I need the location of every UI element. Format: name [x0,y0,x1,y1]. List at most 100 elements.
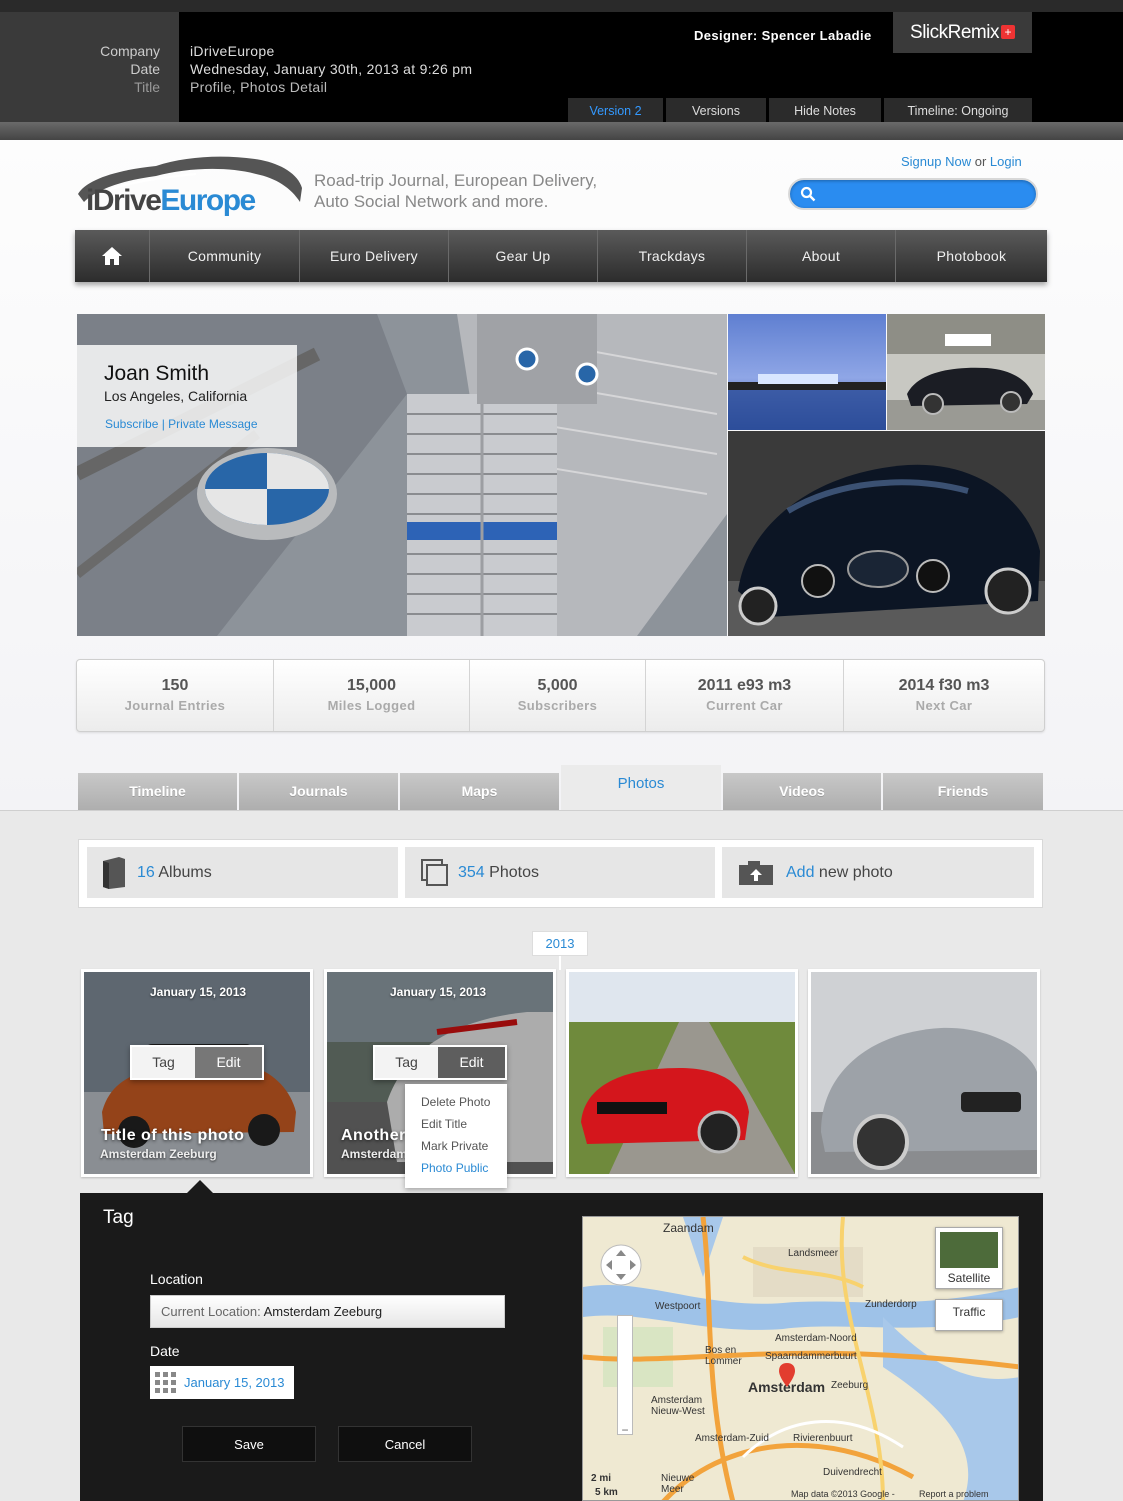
stat-value: 150 [161,677,189,694]
album-book-icon [103,857,125,889]
satellite-thumbnail [940,1232,998,1268]
calendar-icon[interactable] [155,1372,176,1393]
signup-link[interactable]: Signup Now [901,154,971,169]
logo-europe: Europe [160,184,256,217]
photo-card-4[interactable] [808,969,1040,1177]
tagline-line-1: Road-trip Journal, European Delivery, [314,171,598,190]
map-traffic-toggle[interactable]: Traffic [935,1299,1003,1331]
site-logo-text[interactable]: iDriveEurope [86,184,256,218]
map-marker-icon[interactable] [779,1363,795,1387]
nav-trackdays[interactable]: Trackdays [597,230,746,282]
map-zoom-control[interactable]: − [617,1315,633,1436]
map-scale-mi: 2 mi [591,1473,612,1484]
stat-value: 2014 f30 m3 [898,677,990,694]
location-label: Location [150,1271,203,1287]
photo-card-3[interactable] [566,969,798,1177]
stat-miles-logged: 15,000 Miles Logged [273,660,469,731]
stat-label: Miles Logged [327,698,416,713]
tab-videos[interactable]: Videos [723,773,881,810]
year-marker[interactable]: 2013 [532,931,588,956]
search-icon[interactable] [800,186,816,202]
location-value: Amsterdam Zeeburg [263,1304,383,1319]
map-label-nieuwe-meer: Nieuwe Meer [661,1473,695,1495]
add-link: Add [786,864,815,881]
map-report-link[interactable]: Report a problem [919,1489,989,1499]
location-field[interactable]: Current Location: Amsterdam Zeeburg [150,1295,505,1328]
tagline-line-2: Auto Social Network and more. [314,192,549,211]
tab-timeline[interactable]: Timeline: Ongoing [884,98,1032,122]
search-box[interactable] [788,178,1038,210]
cancel-button[interactable]: Cancel [338,1426,472,1462]
add-photo-button[interactable]: Add new photo [722,847,1034,898]
tab-journals[interactable]: Journals [239,773,398,810]
title-value: Profile, Photos Detail [190,79,328,95]
divider-strip [0,122,1123,140]
tab-versions[interactable]: Versions [666,98,766,122]
profile-name: Joan Smith [104,362,210,385]
stat-label: Current Car [706,698,783,713]
tab-hide-notes[interactable]: Hide Notes [769,98,881,122]
menu-mark-private[interactable]: Mark Private [421,1139,488,1153]
year-marker-stem [559,956,561,970]
save-button[interactable]: Save [182,1426,316,1462]
nav-home[interactable] [75,230,149,282]
photo-date: January 15, 2013 [150,985,247,999]
brand-name: SlickRemix [910,22,999,43]
nav-photobook[interactable]: Photobook [895,230,1047,282]
tab-version-2[interactable]: Version 2 [568,98,663,122]
tag-button[interactable]: Tag [132,1047,195,1078]
search-input[interactable] [820,184,1030,206]
tab-maps[interactable]: Maps [400,773,559,810]
cover-photo-bmw-welt-night[interactable] [728,314,886,430]
auth-links: Signup Now or Login [901,154,1022,169]
map-label-rivierenbuurt: Rivierenbuurt [793,1433,853,1444]
edit-button[interactable]: Edit [195,1047,262,1078]
add-label: new photo [818,864,893,881]
tab-timeline-profile[interactable]: Timeline [78,773,237,810]
stat-value: 2011 e93 m3 [697,677,792,694]
map-label-bos-en-lommer: Bos en Lommer [705,1345,742,1367]
profile-location: Los Angeles, California [104,388,248,404]
map-satellite-toggle[interactable]: Satellite [935,1227,1003,1289]
map-label-zaandam: Zaandam [663,1221,714,1235]
showroom-image [887,314,1045,430]
nav-euro-delivery[interactable]: Euro Delivery [299,230,448,282]
subscribe-message-links[interactable]: Subscribe | Private Message [105,417,258,431]
map-pan-control-icon[interactable] [598,1242,644,1288]
albums-button[interactable]: 16 Albums [87,847,398,898]
nav-about[interactable]: About [746,230,895,282]
nav-community[interactable]: Community [149,230,299,282]
map-label-landsmeer: Landsmeer [788,1248,839,1259]
mercedes-slr-image [728,431,1045,636]
edit-button-active[interactable]: Edit [438,1047,505,1078]
location-prefix: Current Location: [161,1304,261,1319]
stat-next-car: 2014 f30 m3 Next Car [843,660,1044,731]
photos-button[interactable]: 354 Photos [405,847,715,898]
silver-bmw-4-series-image [811,972,1037,1174]
tag-edit-toggle-1: Tag Edit [130,1045,264,1080]
map-label-duivendrecht: Duivendrecht [823,1467,882,1478]
cover-photo-mercedes-slr[interactable] [728,431,1045,636]
plus-icon: + [1000,25,1015,39]
map-label-nieuw-west: Amsterdam Nieuw-West [651,1395,705,1417]
cover-photo-showroom[interactable] [887,314,1045,430]
tag-button[interactable]: Tag [375,1047,438,1078]
date-label: Date [150,1343,180,1359]
map-label-amsterdam-noord: Amsterdam-Noord [775,1333,857,1344]
site-tagline: Road-trip Journal, European Delivery, Aut… [314,170,644,212]
menu-edit-title[interactable]: Edit Title [421,1117,467,1131]
login-link[interactable]: Login [990,154,1022,169]
photo-location: Amsterdam Zeeburg [100,1147,217,1161]
menu-delete-photo[interactable]: Delete Photo [421,1095,490,1109]
bmw-welt-image [728,314,886,430]
title-key: Title [134,79,160,95]
date-key: Date [130,61,160,77]
profile-stats: 150 Journal Entries 15,000 Miles Logged 5,… [76,659,1045,732]
tab-friends[interactable]: Friends [883,773,1043,810]
menu-photo-public[interactable]: Photo Public [421,1161,488,1175]
stat-value: 15,000 [347,677,396,694]
nav-gear-up[interactable]: Gear Up [448,230,597,282]
location-map[interactable]: Zaandam Landsmeer Westpoort Zunderdorp A… [582,1216,1019,1501]
tab-photos[interactable]: Photos [561,765,721,810]
slickremix-logo[interactable]: SlickRemix + [893,12,1032,53]
